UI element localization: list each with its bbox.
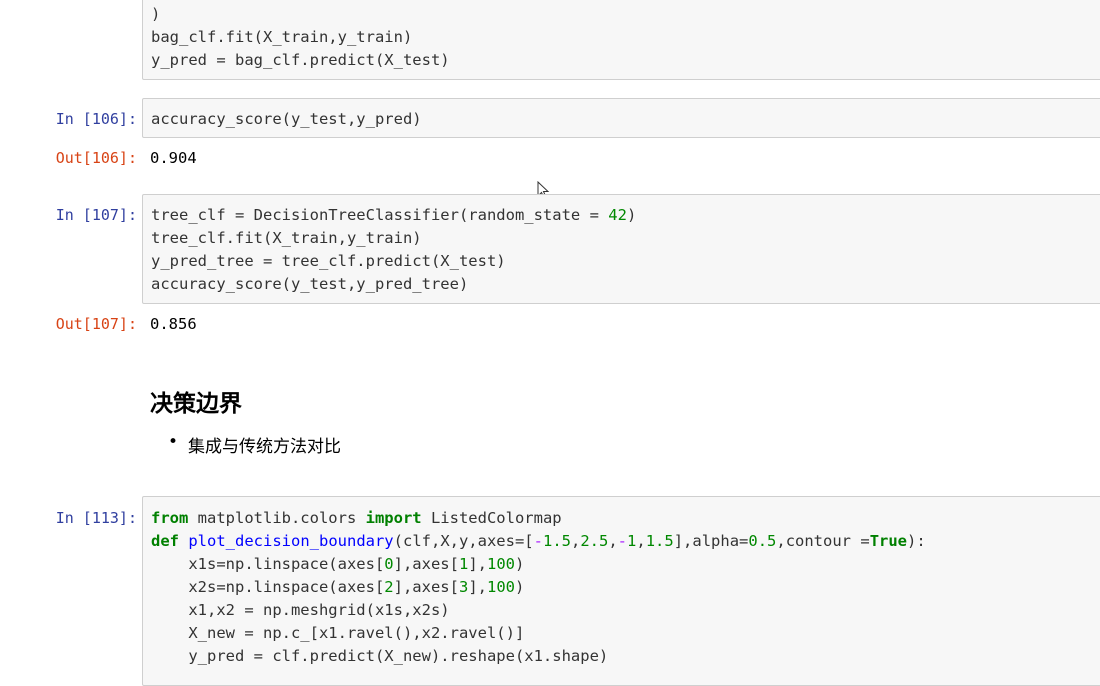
code-input-107[interactable]: tree_clf = DecisionTreeClassifier(random…	[142, 194, 1100, 304]
code-line: accuracy_score(y_test,y_pred)	[151, 110, 422, 128]
code-line: tree_clf.fit(X_train,y_train)	[151, 229, 422, 247]
code-line: )	[151, 5, 161, 23]
list-item: • 集成与传统方法对比	[168, 432, 341, 457]
markdown-list: • 集成与传统方法对比	[168, 432, 341, 457]
code-line: accuracy_score(y_test,y_pred_tree)	[151, 275, 469, 293]
code-line: X_new = np.c_[x1.ravel(),x2.ravel()]	[151, 624, 525, 642]
output-value: 0.856	[150, 315, 197, 333]
code-line: y_pred = bag_clf.predict(X_test)	[151, 51, 450, 69]
code-input-top[interactable]: ) bag_clf.fit(X_train,y_train) y_pred = …	[142, 0, 1100, 80]
code-line: tree_clf = DecisionTreeClassifier(random…	[151, 206, 637, 224]
list-item-text: 集成与传统方法对比	[188, 437, 341, 457]
code-line: x1,x2 = np.meshgrid(x1s,x2s)	[151, 601, 450, 619]
output-value: 0.904	[150, 149, 197, 167]
out-prompt: Out[107]:	[55, 315, 137, 333]
code-line: y_pred = clf.predict(X_new).reshape(x1.s…	[151, 647, 609, 665]
code-line: x2s=np.linspace(axes[2],axes[3],100)	[151, 578, 525, 596]
out-prompt: Out[106]:	[55, 149, 137, 167]
code-line: y_pred_tree = tree_clf.predict(X_test)	[151, 252, 506, 270]
in-prompt: In [107]:	[55, 206, 137, 224]
code-input-113[interactable]: from matplotlib.colors import ListedColo…	[142, 496, 1100, 686]
code-input-106[interactable]: accuracy_score(y_test,y_pred)	[142, 98, 1100, 138]
bullet-icon: •	[168, 432, 179, 452]
in-prompt: In [113]:	[55, 509, 137, 527]
code-line: from matplotlib.colors import ListedColo…	[151, 509, 562, 527]
section-heading: 决策边界	[150, 391, 242, 417]
code-line: x1s=np.linspace(axes[0],axes[1],100)	[151, 555, 525, 573]
code-line: def plot_decision_boundary(clf,X,y,axes=…	[151, 532, 926, 550]
number-literal: 42	[608, 206, 627, 224]
in-prompt: In [106]:	[55, 110, 137, 128]
code-line: bag_clf.fit(X_train,y_train)	[151, 28, 413, 46]
